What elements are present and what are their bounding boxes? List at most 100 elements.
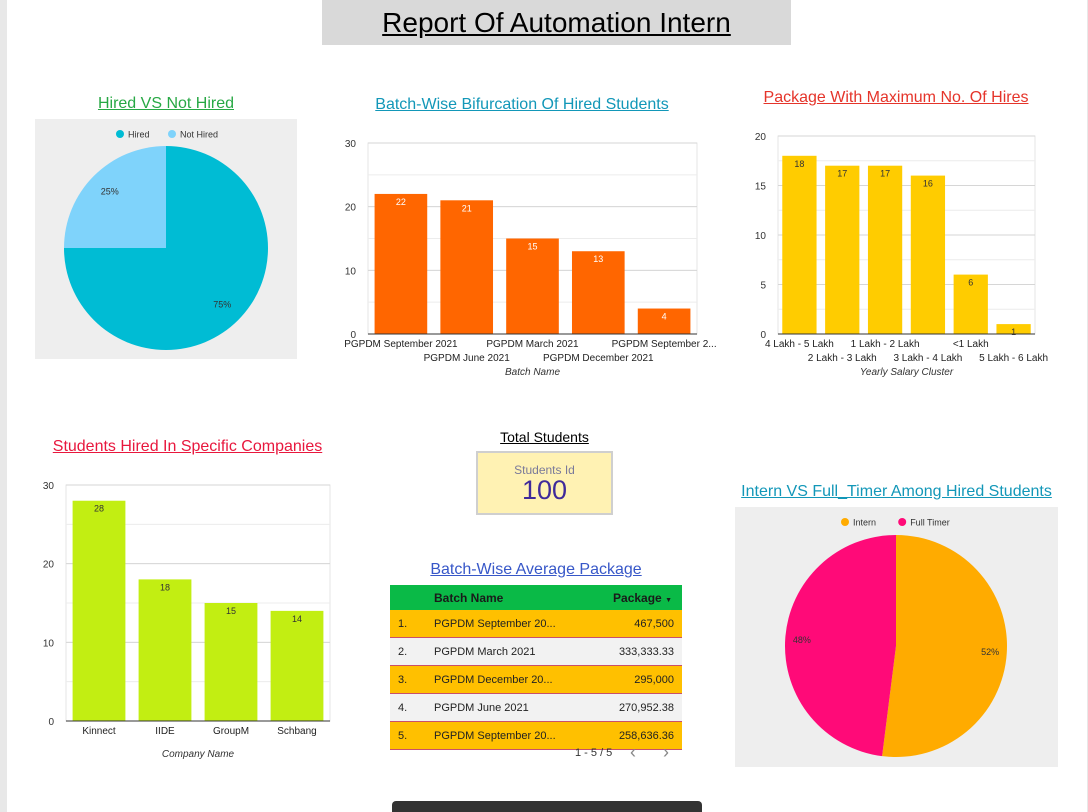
bar bbox=[910, 175, 946, 334]
batch-bar-title: Batch-Wise Bifurcation Of Hired Students bbox=[375, 96, 669, 113]
bottom-toolbar bbox=[392, 801, 702, 812]
slice-label: 25% bbox=[101, 187, 119, 197]
bar bbox=[138, 579, 192, 721]
table-title: Batch-Wise Average Package bbox=[430, 561, 642, 578]
y-tick-label: 10 bbox=[43, 638, 55, 649]
bar bbox=[374, 193, 428, 334]
x-tick-label: PGPDM December 2021 bbox=[543, 353, 654, 364]
x-tick-label: <1 Lakh bbox=[953, 339, 989, 350]
table-row[interactable]: 2. PGPDM March 2021 333,333.33 bbox=[390, 637, 682, 666]
y-tick-label: 5 bbox=[760, 281, 766, 292]
y-tick-label: 15 bbox=[755, 182, 767, 193]
data-label: 15 bbox=[527, 242, 537, 252]
legend-label: Full Timer bbox=[910, 518, 950, 528]
sort-down-icon[interactable]: ▼ bbox=[665, 597, 672, 604]
row-batch-name: PGPDM December 20... bbox=[433, 665, 585, 694]
header-batch-name[interactable]: Batch Name bbox=[433, 585, 585, 610]
x-tick-label: Kinnect bbox=[82, 726, 116, 737]
row-index: 4. bbox=[390, 693, 433, 722]
slice-label: 52% bbox=[981, 647, 999, 657]
row-package: 467,500 bbox=[585, 610, 682, 638]
average-package-table[interactable]: Batch Name Package ▼ 1. PGPDM September … bbox=[390, 585, 682, 750]
table-row[interactable]: 5. PGPDM September 20... 258,636.36 bbox=[390, 721, 682, 750]
legend-label: Not Hired bbox=[180, 130, 218, 140]
x-tick-label: 5 Lakh - 6 Lakh bbox=[979, 353, 1048, 364]
y-tick-label: 0 bbox=[48, 717, 54, 728]
data-label: 1 bbox=[1011, 327, 1016, 337]
data-label: 22 bbox=[396, 197, 406, 207]
row-package: 270,952.38 bbox=[585, 693, 682, 722]
report-title: Report Of Automation Intern bbox=[382, 7, 731, 38]
row-index: 5. bbox=[390, 721, 433, 750]
y-tick-label: 20 bbox=[345, 203, 357, 214]
scorecard-value: 100 bbox=[521, 475, 568, 505]
data-label: 28 bbox=[94, 504, 104, 514]
row-package: 333,333.33 bbox=[585, 637, 682, 666]
hired-vs-not-hired-chart[interactable]: Hired Not Hired 75% 25% bbox=[35, 119, 297, 359]
y-tick-label: 10 bbox=[345, 266, 357, 277]
data-label: 18 bbox=[160, 582, 170, 592]
row-batch-name: PGPDM September 20... bbox=[433, 610, 585, 638]
batch-bifurcation-chart[interactable]: 010203022PGPDM September 202121PGPDM Jun… bbox=[335, 130, 725, 380]
bar bbox=[506, 238, 559, 334]
scorecard-title: Total Students bbox=[500, 429, 589, 445]
table-row[interactable]: 3. PGPDM December 20... 295,000 bbox=[390, 665, 682, 694]
x-axis-title: Company Name bbox=[162, 749, 235, 760]
data-label: 6 bbox=[968, 278, 973, 288]
bar bbox=[440, 200, 494, 334]
data-label: 14 bbox=[292, 614, 302, 624]
row-index: 3. bbox=[390, 665, 433, 694]
table-row[interactable]: 1. PGPDM September 20... 467,500 bbox=[390, 610, 682, 638]
data-label: 21 bbox=[462, 203, 472, 213]
bar bbox=[270, 610, 324, 721]
y-tick-label: 30 bbox=[43, 481, 55, 492]
bar bbox=[782, 155, 817, 334]
y-tick-label: 30 bbox=[345, 139, 357, 150]
x-tick-label: PGPDM September 2021 bbox=[344, 339, 458, 350]
slice-label: 48% bbox=[793, 635, 811, 645]
data-label: 13 bbox=[593, 254, 603, 264]
y-tick-label: 10 bbox=[755, 231, 767, 242]
x-tick-label: PGPDM September 2... bbox=[612, 339, 717, 350]
x-tick-label: IIDE bbox=[155, 726, 175, 737]
data-label: 18 bbox=[794, 159, 804, 169]
header-package[interactable]: Package ▼ bbox=[585, 585, 682, 610]
bar bbox=[72, 500, 126, 721]
package-max-hires-chart[interactable]: 05101520184 Lakh - 5 Lakh172 Lakh - 3 La… bbox=[745, 125, 1065, 383]
company-bar-title: Students Hired In Specific Companies bbox=[52, 438, 323, 455]
chevron-right-icon[interactable]: › bbox=[663, 742, 669, 763]
x-axis-title: Yearly Salary Cluster bbox=[860, 367, 954, 378]
table-row[interactable]: 4. PGPDM June 2021 270,952.38 bbox=[390, 693, 682, 722]
row-index: 1. bbox=[390, 610, 433, 638]
legend-marker bbox=[168, 130, 176, 138]
legend-marker bbox=[841, 518, 849, 526]
row-package: 295,000 bbox=[585, 665, 682, 694]
table-header-row: Batch Name Package ▼ bbox=[390, 585, 682, 610]
pie1-title: Hired VS Not Hired bbox=[97, 95, 235, 112]
bar bbox=[867, 165, 903, 334]
y-tick-label: 20 bbox=[755, 132, 767, 143]
data-label: 17 bbox=[837, 169, 847, 179]
chevron-left-icon[interactable]: ‹ bbox=[630, 742, 636, 763]
data-label: 17 bbox=[880, 169, 890, 179]
data-label: 16 bbox=[923, 179, 933, 189]
x-tick-label: PGPDM March 2021 bbox=[486, 339, 579, 350]
pie2-title: Intern VS Full_Timer Among Hired Student… bbox=[741, 483, 1052, 500]
row-batch-name: PGPDM March 2021 bbox=[433, 637, 585, 666]
pagination-label: 1 - 5 / 5 bbox=[575, 747, 613, 759]
package-bar-title: Package With Maximum No. Of Hires bbox=[763, 89, 1029, 106]
y-tick-label: 20 bbox=[43, 560, 55, 571]
header-index bbox=[390, 585, 433, 610]
x-tick-label: GroupM bbox=[213, 726, 249, 737]
students-scorecard[interactable]: Students Id 100 bbox=[476, 451, 613, 515]
companies-hired-chart[interactable]: 0 10 20 30 28 Kinnect 18 IIDE 15 GroupM 14 Schbang C… bbox=[35, 472, 345, 764]
x-tick-label: 3 Lakh - 4 Lakh bbox=[893, 353, 962, 364]
legend-label: Intern bbox=[853, 518, 876, 528]
legend-marker bbox=[898, 518, 907, 526]
row-batch-name: PGPDM June 2021 bbox=[433, 693, 585, 722]
row-index: 2. bbox=[390, 637, 433, 666]
slice-label: 75% bbox=[213, 299, 231, 309]
intern-vs-fulltimer-chart[interactable]: Intern Full Timer 52% 48% bbox=[735, 507, 1058, 767]
x-axis-title: Batch Name bbox=[505, 367, 560, 378]
bar bbox=[825, 165, 860, 334]
